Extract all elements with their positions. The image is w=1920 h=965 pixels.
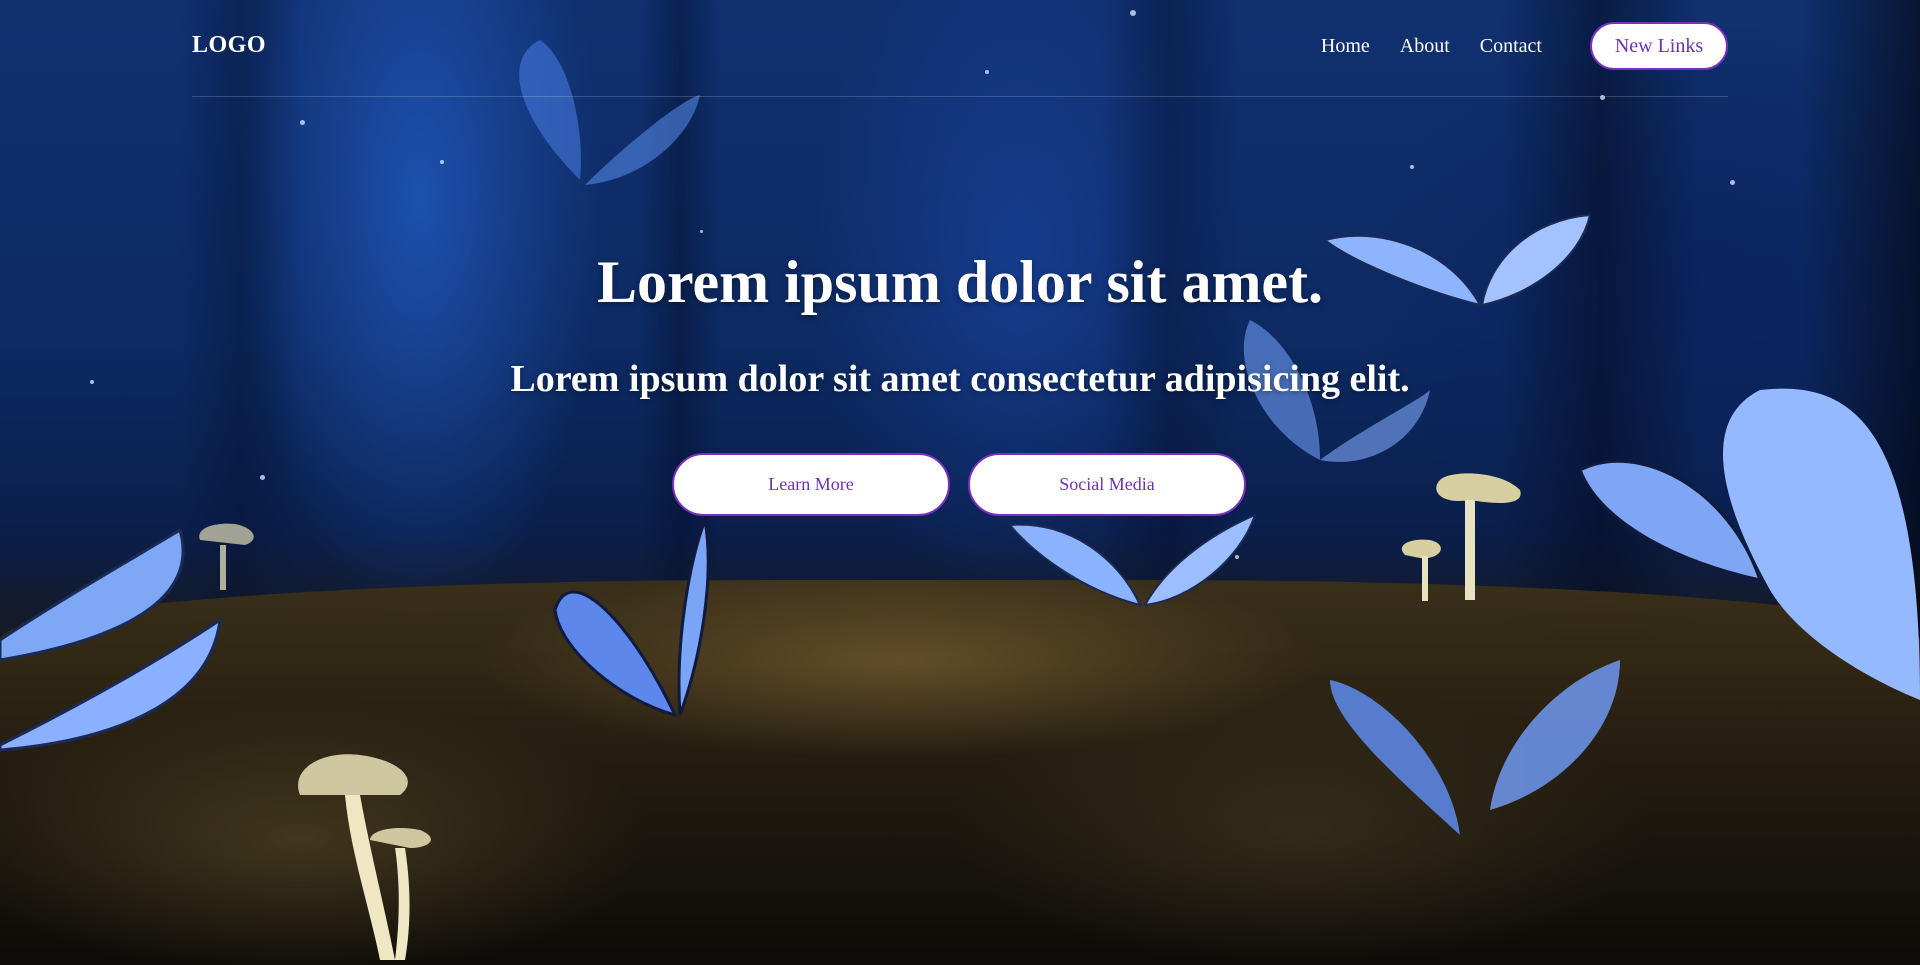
site-header: LOGO Home About Contact New Links <box>192 0 1728 97</box>
hero-section: LOGO Home About Contact New Links Lorem … <box>0 0 1920 965</box>
nav-link-home[interactable]: Home <box>1321 35 1370 58</box>
nav-link-contact[interactable]: Contact <box>1480 35 1542 58</box>
learn-more-button[interactable]: Learn More <box>672 453 950 516</box>
hero-cta-group: Learn More Social Media <box>672 453 1246 516</box>
butterfly-icon <box>1008 513 1257 607</box>
butterfly-icon <box>1578 388 1920 700</box>
butterfly-icon <box>553 514 710 718</box>
nav-link-about[interactable]: About <box>1400 35 1450 58</box>
logo[interactable]: LOGO <box>192 32 266 59</box>
mushroom-icon <box>1401 473 1521 601</box>
butterfly-icon <box>1330 660 1620 835</box>
main-nav: Home About Contact New Links <box>1321 22 1728 70</box>
mushroom-icon <box>199 523 254 590</box>
social-media-button[interactable]: Social Media <box>968 453 1246 516</box>
new-links-button[interactable]: New Links <box>1590 22 1728 70</box>
butterfly-icon <box>0 527 222 752</box>
mushroom-icon <box>298 754 431 960</box>
hero-headline: Lorem ipsum dolor sit amet. <box>596 249 1324 315</box>
hero-subheadline: Lorem ipsum dolor sit amet consectetur a… <box>510 358 1410 400</box>
